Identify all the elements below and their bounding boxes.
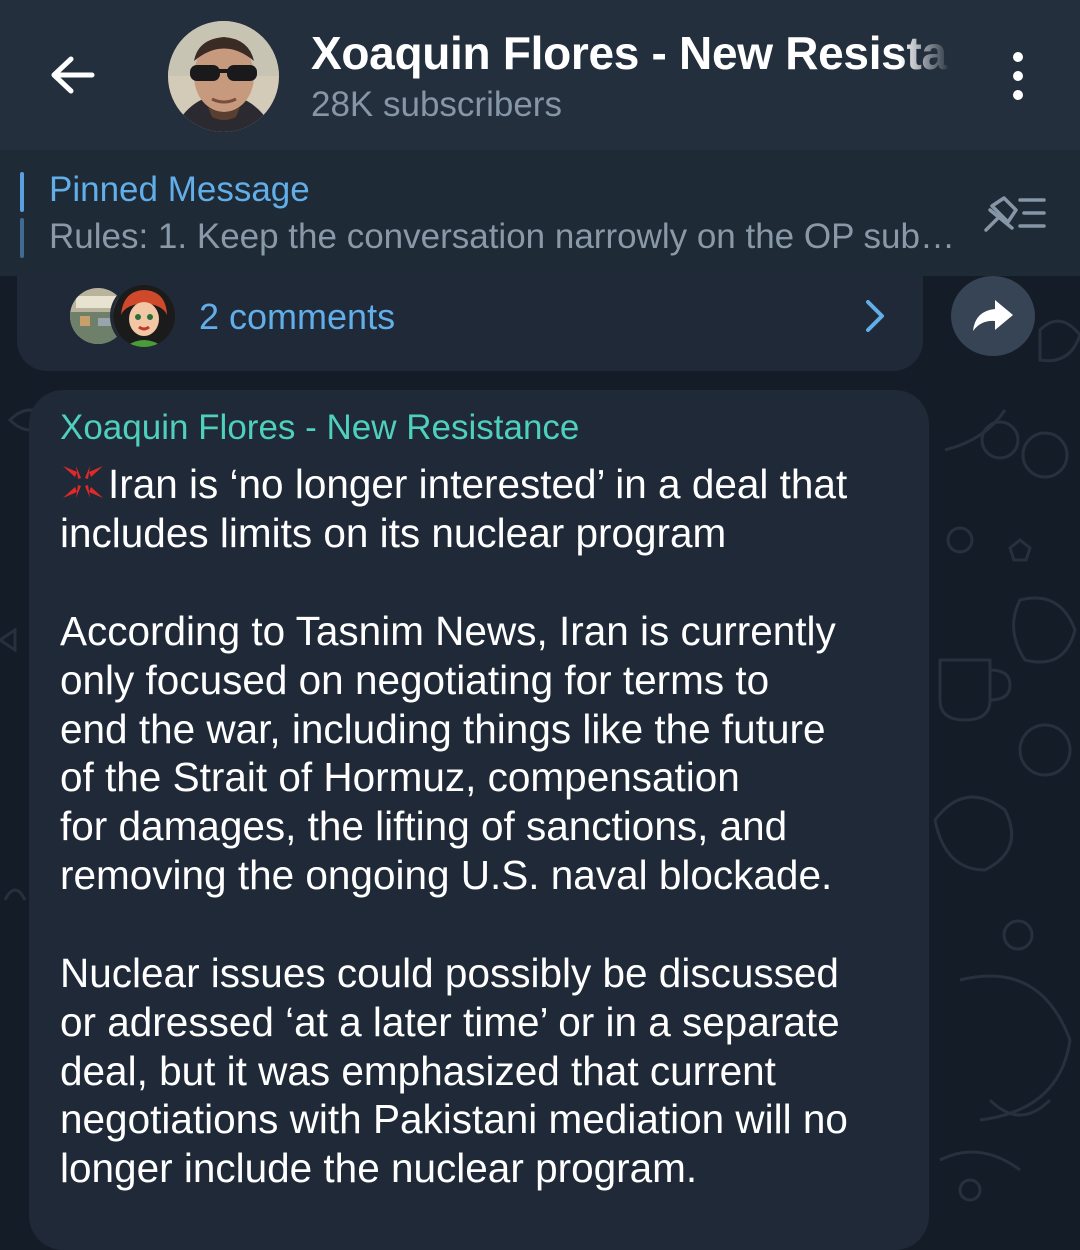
chevron-right-icon: [866, 300, 884, 332]
channel-avatar[interactable]: [168, 21, 279, 132]
message-line: for damages, the lifting of sanctions, a…: [60, 803, 788, 850]
pinned-indicator-secondary: [20, 218, 24, 258]
message-line: Nuclear issues could possibly be discuss…: [60, 950, 839, 996]
message-line: negotiations with Pakistani mediation wi…: [60, 1096, 848, 1143]
back-button[interactable]: [40, 45, 104, 105]
message-line: only focused on negotiating for terms to: [60, 656, 770, 703]
channel-header: Xoaquin Flores - New Resistance 28K subs…: [0, 0, 1080, 150]
message-author[interactable]: Xoaquin Flores - New Resistance: [60, 408, 579, 448]
message-line: or adressed ‘at a later time’ or in a se…: [60, 998, 840, 1045]
channel-title[interactable]: Xoaquin Flores - New Resistance: [311, 26, 951, 82]
commenter-avatar: [110, 282, 178, 350]
message-line: longer include the nuclear program.: [60, 1145, 698, 1192]
message-line: includes limits on its nuclear program: [60, 509, 727, 556]
message-line: deal, but it was emphasized that current: [60, 1047, 776, 1094]
comments-button[interactable]: 2 comments: [17, 276, 923, 356]
share-arrow-icon: [973, 300, 1013, 331]
message-line: removing the ongoing U.S. naval blockade…: [60, 851, 833, 898]
comments-count: 2 comments: [199, 296, 396, 337]
message-line: According to Tasnim News, Iran is curren…: [60, 608, 836, 654]
message-line: end the war, including things like the f…: [60, 705, 826, 752]
pin-list-icon: [984, 196, 1046, 232]
message-paragraph: Nuclear issues could possibly be discuss…: [60, 949, 910, 1193]
arrow-left-icon: [51, 56, 95, 94]
message-headline: Iran is ‘no longer interested’ in a deal…: [60, 460, 910, 558]
pinned-list-button[interactable]: [978, 188, 1050, 238]
more-options-button[interactable]: [995, 48, 1041, 104]
message-paragraph: According to Tasnim News, Iran is curren…: [60, 607, 910, 900]
message-line: Iran is ‘no longer interested’ in a deal…: [60, 460, 910, 509]
avatar-image: [168, 21, 279, 132]
pinned-text: Rules: 1. Keep the conversation narrowly…: [49, 217, 959, 256]
pinned-indicator: [20, 172, 24, 212]
message-line: of the Strait of Hormuz, compensation: [60, 754, 740, 801]
more-vertical-icon: [1013, 52, 1023, 62]
message-text: Iran is ‘no longer interested’ in a deal…: [108, 461, 848, 507]
anger-symbol-icon: [63, 466, 103, 498]
subscriber-count: 28K subscribers: [311, 85, 562, 124]
pinned-title: Pinned Message: [49, 170, 310, 209]
share-button[interactable]: [951, 276, 1035, 356]
pinned-message-bar[interactable]: Pinned Message Rules: 1. Keep the conver…: [0, 150, 1080, 276]
